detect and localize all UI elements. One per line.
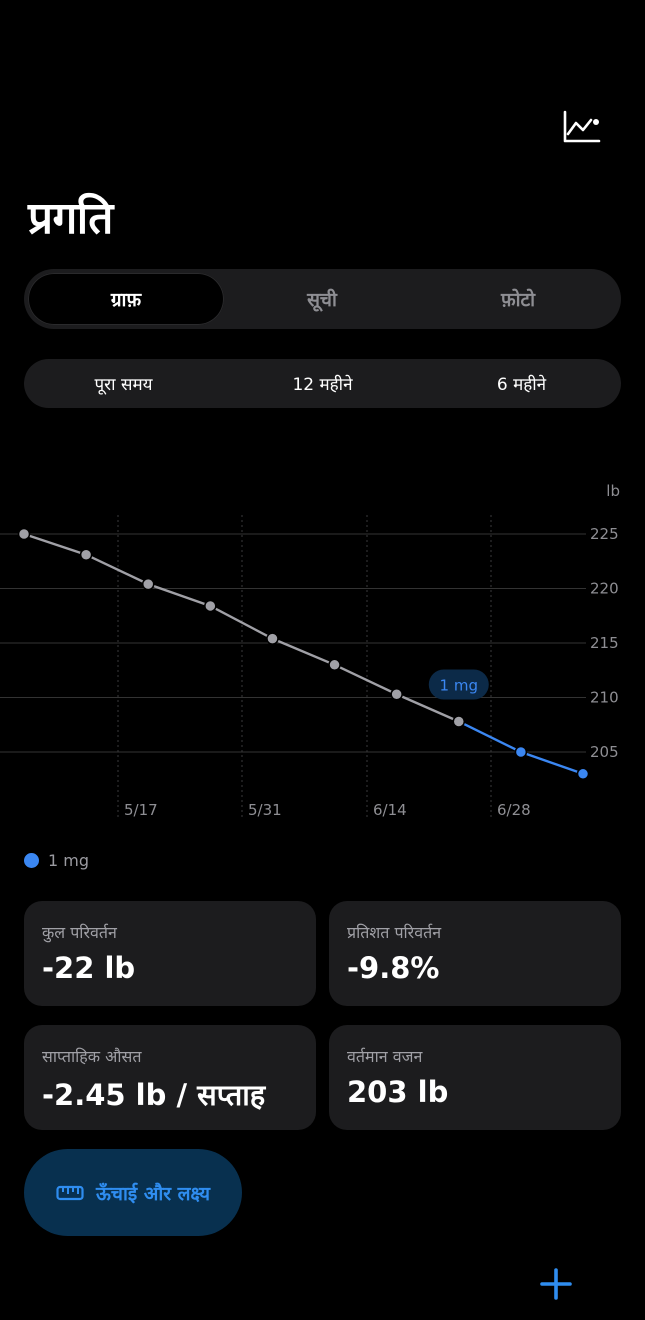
- stat-card-total-change: कुल परिवर्तन -22 lb: [24, 901, 316, 1006]
- y-tick-label: 215: [590, 634, 619, 652]
- range-12-months[interactable]: 12 महीने: [223, 359, 422, 408]
- data-point: [452, 715, 466, 728]
- y-unit-label: lb: [606, 482, 620, 500]
- line-chart-icon[interactable]: [562, 110, 602, 144]
- tab-photos[interactable]: फ़ोटो: [420, 273, 616, 325]
- data-point: [514, 745, 528, 759]
- y-tick-label: 225: [590, 525, 619, 543]
- data-point: [204, 599, 217, 613]
- stat-value: -9.8%: [347, 951, 440, 985]
- chart-legend: 1 mg: [24, 851, 89, 870]
- x-tick-label: 6/14: [373, 801, 407, 819]
- stat-label: वर्तमान वजन: [347, 1047, 423, 1066]
- stat-label: कुल परिवर्तन: [42, 923, 117, 942]
- legend-swatch: [24, 853, 39, 868]
- y-tick-label: 205: [590, 743, 619, 761]
- ruler-icon: [56, 1185, 84, 1200]
- page-title: प्रगति: [28, 193, 113, 244]
- stat-card-weekly-average: साप्ताहिक औसत -2.45 lb / सप्ताह: [24, 1025, 316, 1130]
- data-point: [141, 577, 155, 591]
- view-segmented-control: ग्राफ़ सूची फ़ोटो: [24, 269, 621, 329]
- stat-value: 203 lb: [347, 1075, 449, 1109]
- stat-value: -22 lb: [42, 951, 136, 985]
- weight-chart: lb 225 220 215 210 205 5/17 5/31 6/14 6/28 1 mg: [0, 482, 620, 820]
- data-point: [390, 687, 403, 701]
- height-goal-button[interactable]: ऊँचाई और लक्ष्य: [24, 1149, 242, 1236]
- data-point: [79, 548, 93, 561]
- stat-label: प्रतिशत परिवर्तन: [347, 923, 442, 942]
- time-range-selector: पूरा समय 12 महीने 6 महीने: [24, 359, 621, 408]
- plus-icon[interactable]: [536, 1264, 576, 1304]
- data-point: [328, 658, 341, 672]
- range-6-months[interactable]: 6 महीने: [422, 359, 621, 408]
- stat-label: साप्ताहिक औसत: [42, 1047, 142, 1066]
- stat-card-percent-change: प्रतिशत परिवर्तन -9.8%: [329, 901, 621, 1006]
- x-tick-label: 5/17: [124, 801, 158, 819]
- height-goal-label: ऊँचाई और लक्ष्य: [95, 1182, 211, 1205]
- y-tick-label: 220: [590, 580, 619, 598]
- data-point: [266, 632, 279, 645]
- x-tick-label: 6/28: [497, 801, 531, 819]
- data-point: [576, 767, 590, 781]
- stat-value: -2.45 lb / सप्ताह: [42, 1078, 266, 1112]
- data-point: [17, 527, 31, 541]
- y-tick-label: 210: [590, 689, 619, 707]
- dose-annotation-label: 1 mg: [440, 676, 478, 694]
- tab-graph[interactable]: ग्राफ़: [28, 273, 224, 325]
- x-tick-label: 5/31: [248, 801, 282, 819]
- stat-card-current-weight: वर्तमान वजन 203 lb: [329, 1025, 621, 1130]
- tab-list[interactable]: सूची: [224, 273, 420, 325]
- range-all-time[interactable]: पूरा समय: [24, 359, 223, 408]
- legend-label: 1 mg: [48, 851, 90, 870]
